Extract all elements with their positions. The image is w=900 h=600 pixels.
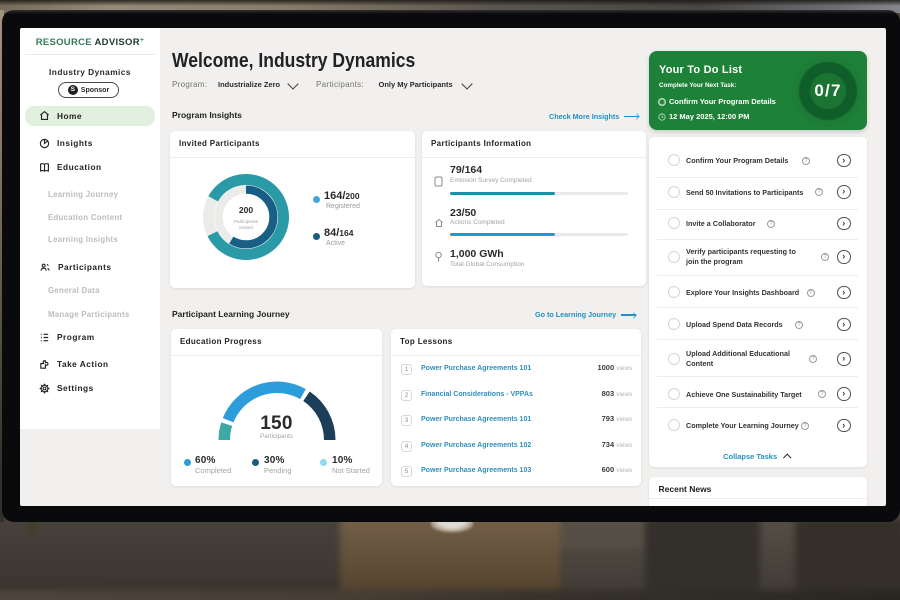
svg-text:200: 200 (239, 205, 253, 215)
svg-text:Participants: Participants (234, 219, 259, 224)
svg-text:Invited: Invited (239, 225, 253, 230)
